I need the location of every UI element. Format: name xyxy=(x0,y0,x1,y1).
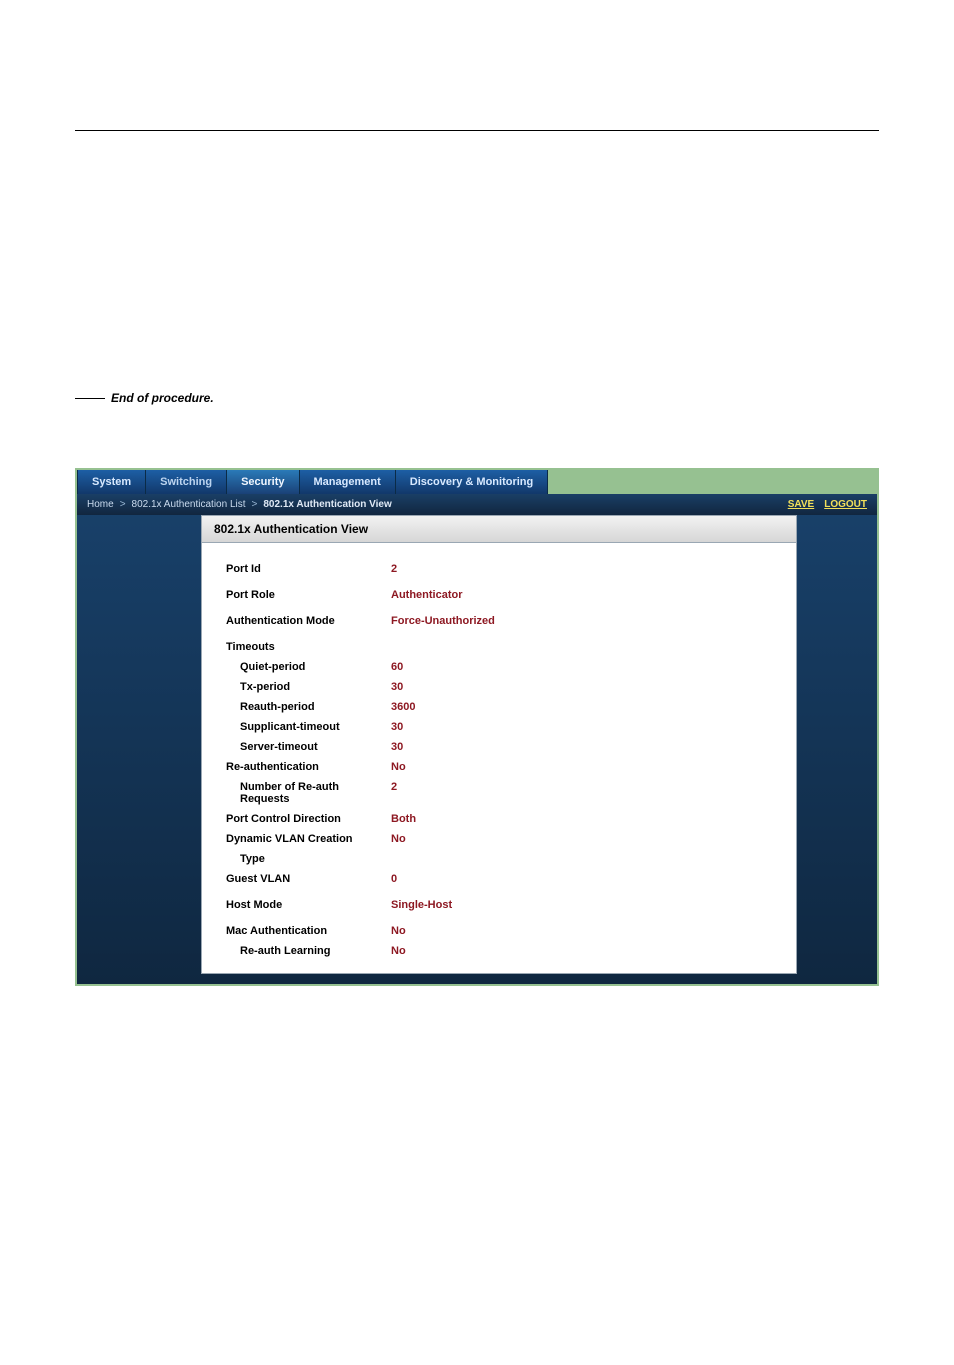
label-auth-mode: Authentication Mode xyxy=(226,615,391,627)
label-port-role: Port Role xyxy=(226,589,391,601)
value-supplicant-timeout: 30 xyxy=(391,721,403,733)
value-host-mode: Single-Host xyxy=(391,899,452,911)
label-guest-vlan: Guest VLAN xyxy=(226,873,391,885)
label-supplicant-timeout: Supplicant-timeout xyxy=(226,721,391,733)
value-port-control-dir: Both xyxy=(391,813,416,825)
tab-system[interactable]: System xyxy=(77,470,146,494)
tab-management[interactable]: Management xyxy=(300,470,396,494)
value-server-timeout: 30 xyxy=(391,741,403,753)
main-menubar: System Switching Security Management Dis… xyxy=(77,470,877,494)
label-mac-auth: Mac Authentication xyxy=(226,925,391,937)
label-port-control-dir: Port Control Direction xyxy=(226,813,391,825)
save-button[interactable]: SAVE xyxy=(788,499,815,510)
label-server-timeout: Server-timeout xyxy=(226,741,391,753)
tab-discovery[interactable]: Discovery & Monitoring xyxy=(396,470,548,494)
value-quiet-period: 60 xyxy=(391,661,403,673)
panel-title: 802.1x Authentication View xyxy=(202,516,796,543)
content-area: 802.1x Authentication View Port Id2 Port… xyxy=(187,515,877,984)
breadcrumb-level1[interactable]: 802.1x Authentication List xyxy=(132,499,246,510)
breadcrumb-home[interactable]: Home xyxy=(87,499,114,510)
value-tx-period: 30 xyxy=(391,681,403,693)
tab-switching[interactable]: Switching xyxy=(146,470,227,494)
breadcrumb: Home > 802.1x Authentication List > 802.… xyxy=(87,499,392,510)
value-reauth-period: 3600 xyxy=(391,701,415,713)
tab-security[interactable]: Security xyxy=(227,470,299,494)
label-reauth-period: Reauth-period xyxy=(226,701,391,713)
label-reauth: Re-authentication xyxy=(226,761,391,773)
label-host-mode: Host Mode xyxy=(226,899,391,911)
label-timeouts: Timeouts xyxy=(226,641,391,653)
value-port-role: Authenticator xyxy=(391,589,463,601)
value-guest-vlan: 0 xyxy=(391,873,397,885)
app-frame: System Switching Security Management Dis… xyxy=(75,468,879,986)
breadcrumb-sep: > xyxy=(120,499,126,510)
label-quiet-period: Quiet-period xyxy=(226,661,391,673)
logout-button[interactable]: LOGOUT xyxy=(824,499,867,510)
label-tx-period: Tx-period xyxy=(226,681,391,693)
page-header-rule xyxy=(75,130,879,131)
breadcrumb-level2: 802.1x Authentication View xyxy=(263,499,391,510)
procedure-end: End of procedure. xyxy=(75,391,879,405)
label-num-reauth: Number of Re-auth Requests xyxy=(226,781,391,805)
value-num-reauth: 2 xyxy=(391,781,397,793)
value-auth-mode: Force-Unauthorized xyxy=(391,615,495,627)
label-reauth-learning: Re-auth Learning xyxy=(226,945,391,957)
value-port-id: 2 xyxy=(391,563,397,575)
breadcrumb-sep: > xyxy=(252,499,258,510)
value-reauth-learning: No xyxy=(391,945,406,957)
procedure-end-text: End of procedure. xyxy=(111,391,214,405)
label-type: Type xyxy=(226,853,391,865)
value-mac-auth: No xyxy=(391,925,406,937)
value-dynamic-vlan: No xyxy=(391,833,406,845)
auth-view-panel: 802.1x Authentication View Port Id2 Port… xyxy=(201,515,797,974)
sidebar xyxy=(77,515,187,984)
value-reauth: No xyxy=(391,761,406,773)
label-dynamic-vlan: Dynamic VLAN Creation xyxy=(226,833,391,845)
breadcrumb-bar: Home > 802.1x Authentication List > 802.… xyxy=(77,494,877,515)
label-port-id: Port Id xyxy=(226,563,391,575)
